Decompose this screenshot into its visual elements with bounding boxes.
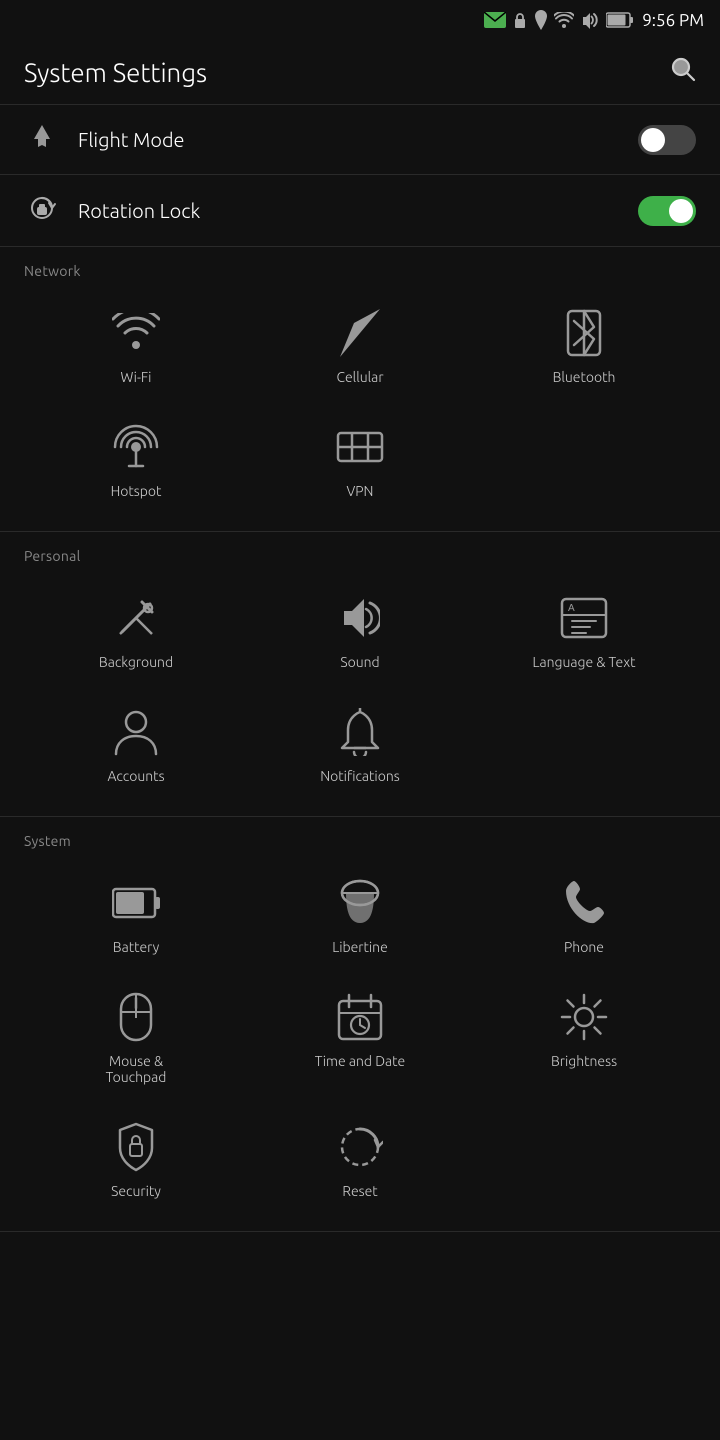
status-icons xyxy=(484,10,634,30)
mouse-touchpad-label: Mouse & Touchpad xyxy=(106,1053,167,1085)
reset-icon xyxy=(334,1121,386,1173)
network-section: Network Wi-Fi Cellular xyxy=(0,247,720,532)
email-icon xyxy=(484,12,506,28)
flight-mode-toggle-knob xyxy=(641,128,665,152)
vpn-item[interactable]: VPN xyxy=(248,401,472,515)
cellular-label: Cellular xyxy=(337,369,384,385)
brightness-icon xyxy=(558,991,610,1043)
language-text-label: Language & Text xyxy=(532,654,635,670)
time-date-label: Time and Date xyxy=(315,1053,405,1069)
flight-mode-icon xyxy=(24,123,60,156)
search-button[interactable] xyxy=(670,56,696,88)
background-label: Background xyxy=(99,654,173,670)
bluetooth-icon xyxy=(558,307,610,359)
background-icon xyxy=(110,592,162,644)
lock-icon xyxy=(512,11,528,29)
network-section-title: Network xyxy=(24,263,696,279)
notifications-label: Notifications xyxy=(320,768,400,784)
phone-icon xyxy=(558,877,610,929)
language-text-item[interactable]: A Language & Text xyxy=(472,572,696,686)
battery-label: Battery xyxy=(113,939,159,955)
background-item[interactable]: Background xyxy=(24,572,248,686)
rotation-lock-label: Rotation Lock xyxy=(78,199,638,222)
wifi-label: Wi-Fi xyxy=(121,369,152,385)
language-text-icon: A xyxy=(558,592,610,644)
vpn-icon xyxy=(334,421,386,473)
libertine-item[interactable]: Libertine xyxy=(248,857,472,971)
accounts-icon xyxy=(110,706,162,758)
security-label: Security xyxy=(111,1183,161,1199)
hotspot-icon xyxy=(110,421,162,473)
page-title: System Settings xyxy=(24,58,207,87)
system-grid: Battery Libertine Phone xyxy=(24,857,696,1231)
rotation-lock-row[interactable]: Rotation Lock xyxy=(0,175,720,247)
phone-item[interactable]: Phone xyxy=(472,857,696,971)
system-section: System Battery Libertine xyxy=(0,817,720,1232)
mouse-touchpad-item[interactable]: Mouse & Touchpad xyxy=(24,971,248,1101)
accounts-item[interactable]: Accounts xyxy=(24,686,248,800)
hotspot-item[interactable]: Hotspot xyxy=(24,401,248,515)
time-date-icon xyxy=(334,991,386,1043)
wifi-item[interactable]: Wi-Fi xyxy=(24,287,248,401)
system-section-title: System xyxy=(24,833,696,849)
network-grid: Wi-Fi Cellular Bluetooth xyxy=(24,287,696,531)
hotspot-label: Hotspot xyxy=(111,483,162,499)
search-icon xyxy=(670,56,696,82)
accounts-label: Accounts xyxy=(107,768,164,784)
sound-icon xyxy=(334,592,386,644)
rotation-lock-toggle[interactable] xyxy=(638,196,696,226)
status-time: 9:56 PM xyxy=(642,11,704,30)
security-item[interactable]: Security xyxy=(24,1101,248,1215)
bluetooth-item[interactable]: Bluetooth xyxy=(472,287,696,401)
personal-section-title: Personal xyxy=(24,548,696,564)
battery-icon xyxy=(606,12,634,28)
libertine-icon xyxy=(334,877,386,929)
flight-mode-row[interactable]: Flight Mode xyxy=(0,105,720,175)
status-bar: 9:56 PM xyxy=(0,0,720,40)
wifi-setting-icon xyxy=(110,307,162,359)
flight-mode-toggle[interactable] xyxy=(638,125,696,155)
mouse-touchpad-icon xyxy=(110,991,162,1043)
battery-setting-icon xyxy=(110,877,162,929)
cellular-icon xyxy=(334,307,386,359)
volume-icon xyxy=(580,11,600,29)
time-date-item[interactable]: Time and Date xyxy=(248,971,472,1101)
battery-item[interactable]: Battery xyxy=(24,857,248,971)
brightness-label: Brightness xyxy=(551,1053,617,1069)
personal-section: Personal Background Sound xyxy=(0,532,720,817)
security-icon xyxy=(110,1121,162,1173)
bluetooth-label: Bluetooth xyxy=(553,369,616,385)
personal-grid: Background Sound A xyxy=(24,572,696,816)
svg-text:A: A xyxy=(568,603,575,614)
flight-mode-label: Flight Mode xyxy=(78,128,638,151)
location-icon xyxy=(534,10,548,30)
rotation-lock-toggle-knob xyxy=(669,199,693,223)
vpn-label: VPN xyxy=(347,483,374,499)
reset-item[interactable]: Reset xyxy=(248,1101,472,1215)
sound-label: Sound xyxy=(340,654,379,670)
phone-label: Phone xyxy=(564,939,604,955)
notifications-icon xyxy=(334,706,386,758)
cellular-item[interactable]: Cellular xyxy=(248,287,472,401)
notifications-item[interactable]: Notifications xyxy=(248,686,472,800)
app-header: System Settings xyxy=(0,40,720,105)
reset-label: Reset xyxy=(342,1183,377,1199)
brightness-item[interactable]: Brightness xyxy=(472,971,696,1101)
sound-item[interactable]: Sound xyxy=(248,572,472,686)
wifi-icon xyxy=(554,12,574,28)
rotation-lock-icon xyxy=(24,193,60,228)
libertine-label: Libertine xyxy=(332,939,388,955)
